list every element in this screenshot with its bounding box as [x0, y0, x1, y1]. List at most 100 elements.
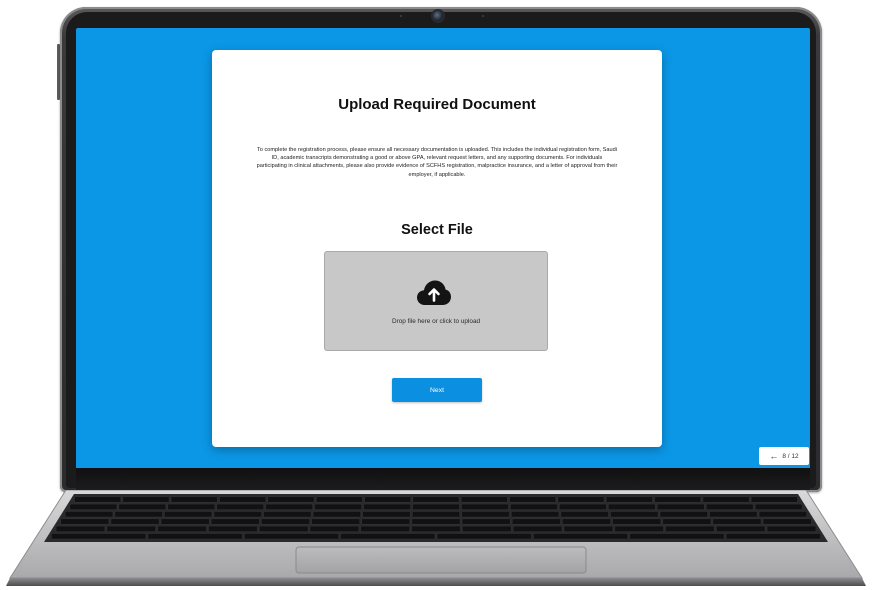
keyboard-key [261, 518, 310, 525]
keyboard-key [412, 511, 461, 518]
keyboard-key [316, 496, 363, 503]
keyboard-key [362, 511, 411, 518]
keyboard-key [563, 525, 613, 532]
page-title: Upload Required Document [338, 96, 536, 113]
keyboard-key [610, 511, 659, 518]
keyboard-key [462, 525, 512, 532]
keyboard-key [654, 496, 701, 503]
keyboard-key [164, 511, 213, 518]
keyboard-key [244, 533, 339, 540]
keyboard-key [60, 518, 110, 525]
keyboard-key [662, 518, 712, 525]
laptop-base [6, 490, 866, 586]
keyboard-key [560, 511, 609, 518]
keyboard-key [411, 525, 461, 532]
laptop-screen: Upload Required Document To complete the… [76, 28, 810, 468]
keyboard-key [461, 496, 508, 503]
keyboard-key [629, 533, 725, 540]
keyboard-key [659, 511, 708, 518]
keyboard-key [106, 525, 156, 532]
keyboard-key [411, 518, 461, 525]
trackpad[interactable] [295, 546, 587, 574]
keyboard-key [665, 525, 715, 532]
keyboard-key [461, 518, 511, 525]
keyboard-key [533, 533, 629, 540]
keyboard-key [265, 503, 313, 510]
keyboard-key [51, 533, 147, 540]
keyboard-key [219, 496, 266, 503]
screen-hinge [76, 468, 810, 490]
file-dropzone[interactable]: Drop file here or click to upload [324, 251, 548, 351]
keyboard-key [725, 533, 821, 540]
keyboard-key [110, 518, 160, 525]
instructions-text: To complete the registration process, pl… [256, 147, 618, 178]
keyboard-key [412, 503, 460, 510]
keyboard-key [312, 511, 361, 518]
keyboard-key [213, 511, 262, 518]
select-file-heading: Select File [401, 222, 473, 238]
cloud-upload-icon [417, 280, 451, 305]
keyboard-key [712, 518, 762, 525]
keyboard-key [706, 503, 754, 510]
keyboard-key [363, 503, 411, 510]
keyboard-key [461, 503, 509, 510]
keyboard-key [364, 496, 411, 503]
keyboard-key [562, 518, 611, 525]
keyboard-key [509, 496, 556, 503]
keyboard-key [436, 533, 532, 540]
keyboard-key [614, 525, 664, 532]
keyboard-key [511, 511, 560, 518]
keyboard-key [314, 503, 362, 510]
keyboard-key [147, 533, 243, 540]
keyboard-key [216, 503, 264, 510]
keyboard-key [512, 518, 561, 525]
keyboard-key [118, 503, 167, 510]
keyboard-key [114, 511, 163, 518]
upload-card: Upload Required Document To complete the… [212, 50, 662, 447]
keyboard-key [267, 496, 315, 503]
keyboard-key [657, 503, 705, 510]
keyboard-key [412, 496, 460, 503]
keyboard-key [557, 496, 605, 503]
keyboard-key [167, 503, 216, 510]
keyboard-key [65, 511, 114, 518]
keyboard-key [74, 496, 121, 503]
webcam-icon [433, 11, 443, 21]
keyboard-key [559, 503, 607, 510]
keyboard-key [122, 496, 170, 503]
keyboard-key [751, 496, 798, 503]
keyboard-key [210, 518, 260, 525]
keyboard-key [170, 496, 218, 503]
keyboard-key [160, 518, 210, 525]
keyboard-key [766, 525, 817, 532]
slide-counter: 8 / 12 [782, 452, 799, 460]
keyboard-key [758, 511, 807, 518]
keyboard-key [461, 511, 510, 518]
keyboard-key [340, 533, 436, 540]
keyboard-key [702, 496, 750, 503]
keyboard-key [360, 525, 410, 532]
keyboard-key [762, 518, 812, 525]
slide-navigation: ← 8 / 12 [759, 447, 809, 465]
keyboard-key [309, 525, 359, 532]
keyboard-key [311, 518, 361, 525]
keyboard-key [755, 503, 803, 510]
keyboard-key [510, 503, 558, 510]
keyboard-key [606, 496, 653, 503]
keyboard-key [69, 503, 118, 510]
dropzone-label: Drop file here or click to upload [391, 318, 481, 325]
sensor-dot [400, 15, 402, 17]
keyboard-key [157, 525, 207, 532]
sensor-dot [482, 15, 484, 17]
keyboard-key [608, 503, 656, 510]
keyboard-key [208, 525, 258, 532]
keyboard-key [716, 525, 766, 532]
keyboard-key [612, 518, 661, 525]
laptop-mockup: Upload Required Document To complete the… [0, 0, 872, 590]
arrow-left-icon[interactable]: ← [769, 451, 778, 461]
next-button[interactable]: Next [392, 378, 482, 402]
keyboard-key [361, 518, 411, 525]
keyboard-key [263, 511, 312, 518]
keyboard-key [709, 511, 758, 518]
keyboard-key [55, 525, 106, 532]
